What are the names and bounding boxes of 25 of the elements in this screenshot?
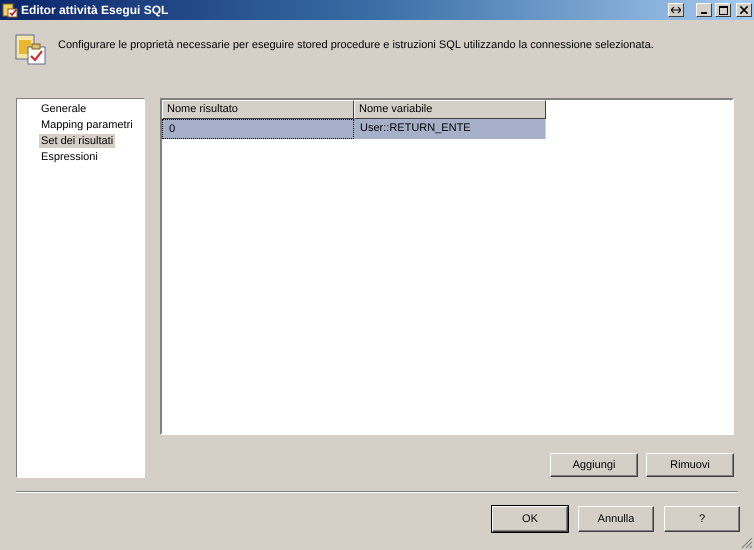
- document-check-icon: [14, 32, 48, 66]
- resize-button[interactable]: [668, 3, 684, 17]
- dialog-button[interactable]: ?: [664, 506, 740, 532]
- grid-button[interactable]: Aggiungi: [550, 453, 638, 477]
- table-cell[interactable]: 0: [162, 119, 354, 139]
- navigation-item[interactable]: Espressioni: [39, 150, 100, 164]
- navigation-item[interactable]: Set dei risultati: [39, 134, 116, 148]
- window-title: Editor attività Esegui SQL: [21, 3, 170, 17]
- maximize-button[interactable]: [715, 3, 731, 17]
- table-cell[interactable]: User::RETURN_ENTE: [354, 119, 546, 139]
- double-arrow-icon: [671, 6, 681, 14]
- column-header[interactable]: Nome variabile: [354, 100, 546, 119]
- app-icon: [2, 2, 18, 18]
- grid-button[interactable]: Rimuovi: [646, 453, 734, 477]
- maximize-icon: [718, 6, 728, 14]
- close-icon: [740, 6, 748, 14]
- dialog-button[interactable]: OK: [492, 506, 568, 532]
- minimize-button[interactable]: [696, 3, 712, 17]
- navigation-item[interactable]: Generale: [39, 102, 88, 116]
- resize-grip-icon[interactable]: [741, 537, 753, 549]
- description-text: Configurare le proprietà necessarie per eseguire stored procedure e istruzioni SQL utilizzando la connessione selezionata.: [58, 39, 654, 51]
- close-button[interactable]: [736, 3, 752, 17]
- navigation-item[interactable]: Mapping parametri: [39, 118, 135, 132]
- dialog-button[interactable]: Annulla: [578, 506, 654, 532]
- column-header[interactable]: Nome risultato: [162, 100, 354, 119]
